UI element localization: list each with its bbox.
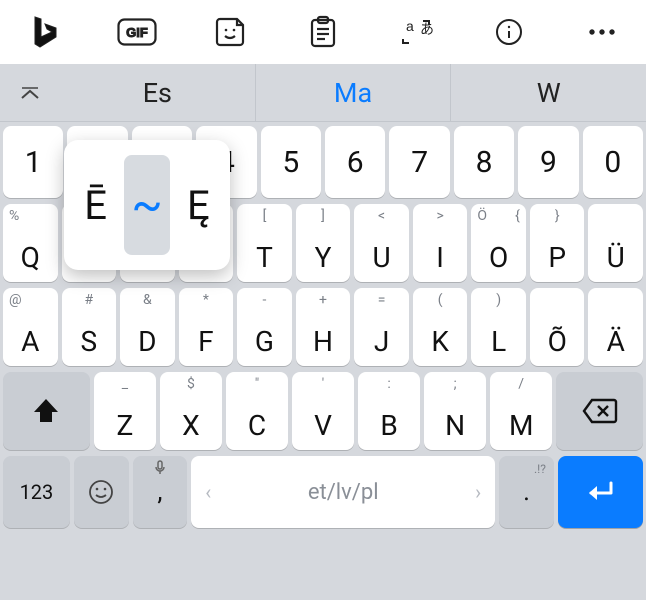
- mic-icon: [133, 460, 188, 480]
- suggestion-bar: Es Ma W: [0, 64, 646, 122]
- key-f[interactable]: *F: [179, 288, 234, 366]
- backspace-key[interactable]: [556, 372, 643, 450]
- suggestion-collapse[interactable]: [0, 86, 60, 100]
- key-i[interactable]: >I: [413, 204, 468, 282]
- key-y[interactable]: ]Y: [296, 204, 351, 282]
- enter-key[interactable]: [558, 456, 643, 528]
- svg-text:あ: あ: [420, 21, 433, 37]
- key-s[interactable]: #S: [62, 288, 117, 366]
- svg-text:a: a: [406, 18, 414, 34]
- key-a-umlaut[interactable]: Ä: [588, 288, 643, 366]
- period-key[interactable]: .!? .: [499, 456, 554, 528]
- key-o[interactable]: Ö{O: [471, 204, 526, 282]
- key-p[interactable]: }P: [530, 204, 585, 282]
- key-h[interactable]: +H: [296, 288, 351, 366]
- chevron-right-icon: ›: [475, 480, 481, 504]
- key-c[interactable]: "C: [226, 372, 288, 450]
- key-b[interactable]: :B: [358, 372, 420, 450]
- more-icon[interactable]: [582, 12, 622, 52]
- popup-option-0[interactable]: Ē: [73, 155, 119, 255]
- key-u-umlaut[interactable]: Ü: [588, 204, 643, 282]
- key-v[interactable]: 'V: [292, 372, 354, 450]
- key-t[interactable]: [T: [237, 204, 292, 282]
- sticker-icon[interactable]: [210, 12, 250, 52]
- svg-text:GIF: GIF: [126, 25, 148, 40]
- suggestion-1[interactable]: Ma: [255, 64, 451, 122]
- suggestion-0[interactable]: Es: [60, 64, 255, 122]
- backspace-icon: [582, 398, 618, 424]
- key-7[interactable]: 7: [389, 126, 449, 198]
- shift-key[interactable]: [3, 372, 90, 450]
- key-0[interactable]: 0: [583, 126, 643, 198]
- toolbar: GIF a あ: [0, 0, 646, 64]
- comma-key[interactable]: ,: [133, 456, 188, 528]
- key-a[interactable]: @A: [3, 288, 58, 366]
- info-icon[interactable]: [489, 12, 529, 52]
- key-x[interactable]: $X: [160, 372, 222, 450]
- chevron-left-icon: ‹: [205, 480, 211, 504]
- key-8[interactable]: 8: [454, 126, 514, 198]
- longpress-popup: Ē ~ Ę: [64, 140, 230, 270]
- key-q[interactable]: %Q: [3, 204, 58, 282]
- key-u[interactable]: <U: [354, 204, 409, 282]
- period-hint: .!?: [534, 462, 546, 476]
- clipboard-icon[interactable]: [303, 12, 343, 52]
- row-bottom: 123 , ‹ et/lv/pl ›: [3, 456, 643, 528]
- key-9[interactable]: 9: [518, 126, 578, 198]
- key-k[interactable]: (K: [413, 288, 468, 366]
- popup-option-1[interactable]: ~: [124, 155, 170, 255]
- key-d[interactable]: &D: [120, 288, 175, 366]
- key-g[interactable]: -G: [237, 288, 292, 366]
- key-n[interactable]: ;N: [424, 372, 486, 450]
- spacebar[interactable]: ‹ et/lv/pl ›: [191, 456, 495, 528]
- suggestion-2[interactable]: W: [450, 64, 646, 122]
- key-z[interactable]: _Z: [94, 372, 156, 450]
- key-6[interactable]: 6: [325, 126, 385, 198]
- row-asdf: @A #S &D *F -G +H =J (K )L Õ Ä: [3, 288, 643, 366]
- key-m[interactable]: /M: [490, 372, 552, 450]
- key-j[interactable]: =J: [354, 288, 409, 366]
- key-o-tilde[interactable]: Õ: [530, 288, 585, 366]
- emoji-key[interactable]: [74, 456, 129, 528]
- key-1[interactable]: 1: [3, 126, 63, 198]
- translate-icon[interactable]: a あ: [396, 12, 436, 52]
- key-5[interactable]: 5: [261, 126, 321, 198]
- popup-option-2[interactable]: Ę: [175, 155, 221, 255]
- smiley-icon: [88, 479, 114, 505]
- row-zxcv: _Z $X "C 'V :B ;N /M: [3, 372, 643, 450]
- spacebar-label: et/lv/pl: [308, 480, 379, 505]
- switch-numeric-key[interactable]: 123: [3, 456, 70, 528]
- gif-icon[interactable]: GIF: [117, 12, 157, 52]
- enter-icon: [583, 479, 617, 505]
- key-l[interactable]: )L: [471, 288, 526, 366]
- bing-icon[interactable]: [24, 12, 64, 52]
- shift-icon: [31, 396, 61, 426]
